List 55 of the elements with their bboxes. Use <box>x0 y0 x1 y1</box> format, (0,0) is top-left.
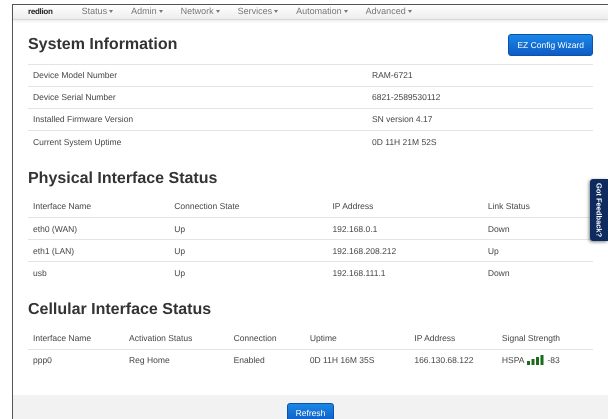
table-cell: 192.168.208.212 <box>327 240 483 262</box>
table-cell: Up <box>169 218 328 240</box>
table-cell: Device Model Number <box>28 64 367 87</box>
column-header: IP Address <box>327 196 483 218</box>
column-header: Activation Status <box>124 327 229 350</box>
column-header: Signal Strength <box>496 327 593 350</box>
table-cell: usb <box>28 262 170 284</box>
table-cell: Reg Home <box>124 349 229 372</box>
nav-menu[interactable]: Admin <box>122 5 172 18</box>
nav-menu[interactable]: Network <box>172 5 229 18</box>
column-header: IP Address <box>409 327 497 350</box>
table-cell: Up <box>169 262 328 284</box>
wizard-button[interactable]: EZ Config Wizard <box>508 34 593 56</box>
nav-menu[interactable]: Services <box>228 5 288 18</box>
table-cell: 6821-2589530112 <box>367 86 593 109</box>
section-heading: Physical Interface Status <box>28 168 218 188</box>
section-heading: System Information <box>28 35 178 54</box>
table-cell: eth1 (LAN) <box>28 240 170 262</box>
table-cell: 0D 11H 16M 35S <box>304 349 410 372</box>
table-cell: SN version 4.17 <box>367 108 593 131</box>
column-header: Link Status <box>482 196 593 218</box>
table-cell: 192.168.0.1 <box>327 218 483 240</box>
table-cell: Device Serial Number <box>28 86 367 109</box>
nav-menu[interactable]: Status <box>72 5 122 18</box>
column-header: Connection State <box>169 196 328 218</box>
table-cell: Current System Uptime <box>28 130 367 153</box>
table-cell: Enabled <box>228 349 305 372</box>
table-cell: HSPA <box>502 354 524 367</box>
table-cell: eth0 (WAN) <box>28 218 170 240</box>
column-header: Uptime <box>304 327 410 350</box>
table-cell: Installed Firmware Version <box>28 108 367 131</box>
caret-icon <box>109 10 114 14</box>
nav-menu[interactable]: Advanced <box>356 5 421 18</box>
table-cell: -83 <box>547 354 560 367</box>
table-cell: 166.130.68.122 <box>409 349 497 372</box>
table-cell: Down <box>482 262 593 284</box>
table-cell: ppp0 <box>28 349 124 372</box>
signal-bars-icon <box>527 355 544 366</box>
caret-icon <box>344 10 348 14</box>
table-cell: Up <box>169 240 328 262</box>
caret-icon <box>408 10 412 14</box>
column-header: Interface Name <box>28 196 170 218</box>
table-cell: Up <box>482 240 593 262</box>
brand-logo[interactable]: redlion <box>28 6 53 18</box>
column-header: Connection <box>228 327 305 350</box>
column-header: Interface Name <box>28 327 124 350</box>
table-cell: 0D 11H 21M 52S <box>367 130 593 153</box>
refresh-button[interactable]: Refresh <box>286 403 334 419</box>
table-cell: RAM-6721 <box>367 64 593 87</box>
caret-icon <box>274 10 278 14</box>
caret-icon <box>216 10 220 14</box>
table-cell: 192.168.111.1 <box>327 262 483 284</box>
caret-icon <box>158 10 163 14</box>
nav-menu[interactable]: Automation <box>287 5 357 18</box>
section-heading: Cellular Interface Status <box>28 300 212 320</box>
